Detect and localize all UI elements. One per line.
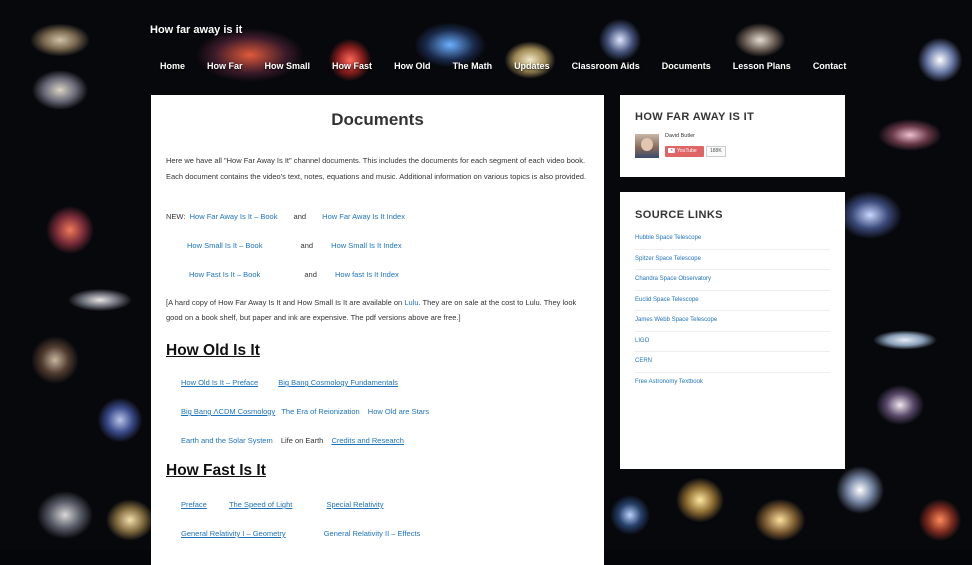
source-links-list: Hubble Space Telescope Spitzer Space Tel… <box>635 229 830 392</box>
doc-link[interactable]: Big Bang Cosmology Fundamentals <box>278 378 398 387</box>
doc-label: Life on Earth <box>280 436 324 445</box>
nav-documents[interactable]: Documents <box>662 61 711 71</box>
nav-how-old[interactable]: How Old <box>394 61 431 71</box>
doc-link[interactable]: Big Bang ΛCDM Cosmology <box>181 407 275 416</box>
how-small-book-link[interactable]: How Small Is It – Book <box>187 241 262 250</box>
source-links-widget: SOURCE LINKS Hubble Space Telescope Spit… <box>620 192 845 469</box>
nav-how-far[interactable]: How Far <box>207 61 243 71</box>
doc-link[interactable]: General Relativity II – Effects <box>324 529 421 538</box>
doc-link[interactable]: Earth and the Solar System <box>181 436 273 445</box>
page-title: Documents <box>331 110 424 129</box>
youtube-icon <box>668 147 675 153</box>
nav-contact[interactable]: Contact <box>813 61 847 71</box>
youtube-label: YouTube <box>677 148 697 154</box>
how-old-row-2: Big Bang ΛCDM Cosmology The Era of Reion… <box>181 407 429 416</box>
how-old-row-3: Earth and the Solar System Life on Earth… <box>181 436 404 445</box>
avatar[interactable] <box>635 134 659 158</box>
how-far-index-link[interactable]: How Far Away Is It Index <box>322 212 405 221</box>
how-fast-row-1: Preface The Speed of Light Special Relat… <box>181 500 384 509</box>
source-link-textbook[interactable]: Free Astronomy Textbook <box>635 373 830 393</box>
nav-home[interactable]: Home <box>160 61 185 71</box>
subscriber-count: 188K <box>706 146 726 157</box>
channel-heading: HOW FAR AWAY IS IT <box>635 111 755 123</box>
how-far-book-link[interactable]: How Far Away Is It – Book <box>190 212 278 221</box>
source-link-cern[interactable]: CERN <box>635 352 830 373</box>
intro-text: Here we have all "How Far Away Is It" ch… <box>166 156 587 181</box>
author-name[interactable]: David Butler <box>665 133 695 139</box>
books-row-far: NEW: How Far Away Is It – Book and How F… <box>166 212 405 221</box>
hard-copy-note: [A hard copy of How Far Away Is It and H… <box>166 295 589 325</box>
lulu-link[interactable]: Lulu <box>404 298 418 307</box>
main-nav: Home How Far How Small How Fast How Old … <box>160 61 868 71</box>
source-link-chandra[interactable]: Chandra Space Observatory <box>635 270 830 291</box>
doc-link[interactable]: How Old are Stars <box>368 407 429 416</box>
books-row-fast: How Fast Is It – Book and How fast Is It… <box>189 270 399 279</box>
doc-link[interactable]: The Era of Reionization <box>281 407 359 416</box>
source-links-heading: SOURCE LINKS <box>635 209 723 221</box>
how-old-row-1: How Old Is It – Preface Big Bang Cosmolo… <box>181 378 398 387</box>
how-fast-index-link[interactable]: How fast Is It Index <box>335 270 399 279</box>
nav-classroom-aids[interactable]: Classroom Aids <box>572 61 640 71</box>
channel-widget: HOW FAR AWAY IS IT David Butler YouTube … <box>620 95 845 177</box>
main-content: Documents Here we have all "How Far Away… <box>151 95 604 565</box>
nav-how-small[interactable]: How Small <box>265 61 311 71</box>
nav-how-fast[interactable]: How Fast <box>332 61 372 71</box>
doc-link[interactable]: Preface <box>181 500 207 509</box>
site-title[interactable]: How far away is it <box>150 24 242 36</box>
doc-link[interactable]: The Speed of Light <box>229 500 292 509</box>
youtube-subscribe-button[interactable]: YouTube <box>665 146 704 157</box>
source-link-spitzer[interactable]: Spitzer Space Telescope <box>635 250 830 270</box>
nav-updates[interactable]: Updates <box>514 61 550 71</box>
nav-the-math[interactable]: The Math <box>453 61 493 71</box>
source-link-ligo[interactable]: LIGO <box>635 332 830 352</box>
doc-link[interactable]: General Relativity I – Geometry <box>181 529 286 538</box>
note-text: [A hard copy of How Far Away Is It and H… <box>166 298 405 307</box>
source-link-jwst[interactable]: James Webb Space Telescope <box>635 311 830 332</box>
how-fast-book-link[interactable]: How Fast Is It – Book <box>189 270 260 279</box>
how-small-index-link[interactable]: How Small Is It Index <box>331 241 401 250</box>
doc-link[interactable]: How Old Is It – Preface <box>181 378 258 387</box>
how-fast-row-2: General Relativity I – Geometry General … <box>181 529 420 538</box>
nav-lesson-plans[interactable]: Lesson Plans <box>733 61 791 71</box>
source-link-hubble[interactable]: Hubble Space Telescope <box>635 229 830 250</box>
and-label: and <box>293 212 307 221</box>
new-label: NEW: <box>166 212 186 221</box>
how-fast-heading[interactable]: How Fast Is It <box>166 462 266 480</box>
source-link-euclid[interactable]: Euclid Space Telescope <box>635 291 830 311</box>
how-old-heading[interactable]: How Old Is It <box>166 342 260 360</box>
and-label: and <box>300 241 314 250</box>
books-row-small: How Small Is It – Book and How Small Is … <box>187 241 402 250</box>
doc-link[interactable]: Special Relativity <box>326 500 383 509</box>
doc-link[interactable]: Credits and Research <box>331 436 404 445</box>
and-label: and <box>304 270 317 279</box>
